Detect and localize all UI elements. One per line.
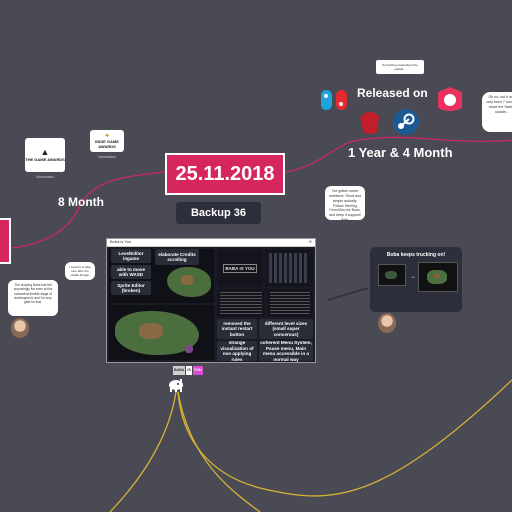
note-rules-visualization: strange visualization of non applying ru… [217,340,257,362]
window-content: BABA IS YOU LevelEditor ingame elaborate… [107,247,315,362]
note-sprite-editor: Sprite Editor (broken) [111,281,151,295]
trucking-arrow [327,287,369,301]
rule-verb-block: IS [186,366,192,375]
title-screen-thumb: BABA IS YOU [217,249,263,287]
left-duration-path [10,171,166,249]
window-title: Boba is You [110,239,132,244]
baba-creature-icon [167,377,185,393]
indie-awards-logo: ✦ INDIE GAME AWARDS [90,130,124,152]
indie-awards-logo-text: INDIE GAME AWARDS [95,139,119,149]
cycle-path-right [177,391,261,512]
author-avatar-right [378,313,396,333]
indie-awards-caption: Nominated [98,155,116,159]
note-credits: elaborate Credits scrolling [155,249,199,265]
game-awards-logo-text: THE GAME AWARDS [25,156,65,162]
sprite-grid-thumb-2 [267,289,313,317]
window-titlebar: Boba is You ✕ [107,239,315,247]
trucking-caption: Boba keeps trucking on! [386,252,446,258]
milestone-date: 25.11.2018 [165,153,285,195]
released-on-label: Released on [357,86,428,100]
trucking-panel: Boba keeps trucking on! → [370,247,462,312]
switch-note-bubble: Oh no, but it was only been 7 months sin… [482,92,512,132]
middle-quote-bubble: I've gotten some weekend. Short and simp… [325,186,365,220]
game-jolt-icon [435,86,465,114]
cycle-path-mid [177,379,512,497]
note-wasd: able to move with WASD [111,265,151,279]
right-duration-label: 1 Year & 4 Month [348,145,453,160]
steam-icon [392,108,420,136]
previous-milestone-box [0,218,11,264]
rule-noun-block: BABA [173,366,186,375]
nintendo-switch-icon [320,88,348,112]
arrow-right-icon: → [410,274,416,280]
author-avatar-left [11,318,29,338]
game-window: Boba is You ✕ BABA IS YOU LevelEditor in… [106,238,316,363]
note-menu-system: coherent Menu System, Pause menu, Main m… [259,340,313,362]
top-note-bubble: Something small about the update... [376,60,424,74]
note-level-editor: LevelEditor ingame [111,249,151,263]
window-close-icon[interactable]: ✕ [309,239,312,244]
trucking-screenshot-1 [378,264,406,286]
note-restart-button: removed the instant restart button [217,319,257,339]
rule-blocks: BABA IS YOU [173,366,207,375]
backup-label: Backup 36 [176,202,261,224]
level-select-thumb [265,249,313,287]
left-quote-bubble: I would it to take care after the middle… [65,262,95,280]
cycle-path-left [109,391,177,512]
editor-panel-bottom [109,305,214,360]
title-screen-text: BABA IS YOU [223,263,257,273]
game-awards-caption: Nominated [36,175,54,179]
itch-io-icon [355,108,385,136]
sprite-grid-thumb-1 [217,289,265,317]
trucking-screenshot-2 [418,262,458,292]
top-note-text: Something small about the update... [376,60,424,74]
game-awards-logo: ▲ THE GAME AWARDS [25,138,65,172]
note-level-sizes: different level sizes (small super conce… [259,319,313,339]
rule-prop-block: YOU [192,366,203,375]
left-duration-label: 8 Month [58,195,104,209]
avatar-quote-bubble: The shaping Boba has felt surprisingly f… [8,280,58,316]
